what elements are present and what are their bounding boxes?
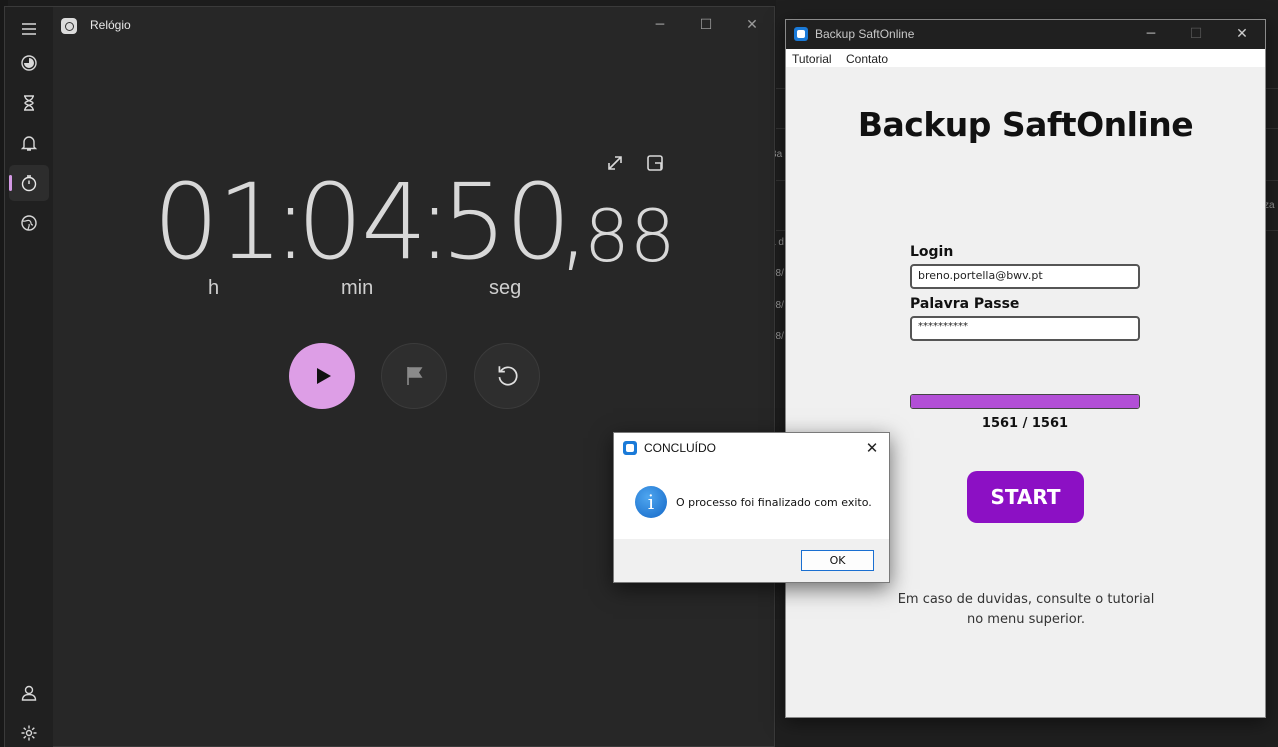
- stopwatch-icon: [21, 175, 37, 192]
- unit-minutes: min: [341, 277, 374, 299]
- dialog-footer: OK: [614, 539, 889, 582]
- progress-bar: [910, 394, 1140, 409]
- close-button[interactable]: ✕: [732, 13, 772, 37]
- clock-sidebar: [5, 7, 53, 747]
- menu-contato[interactable]: Contato: [846, 52, 888, 66]
- help-text: Em caso de duvidas, consulte o tutorial …: [866, 590, 1186, 630]
- nav-world-clock[interactable]: [9, 205, 49, 241]
- hourglass-icon: [24, 95, 34, 111]
- backup-app-icon: [794, 27, 808, 41]
- dialog-close-button[interactable]: ✕: [861, 437, 883, 459]
- nav-stopwatch[interactable]: [9, 165, 49, 201]
- login-label: Login: [910, 244, 954, 260]
- help-line-1: Em caso de duvidas, consulte o tutorial: [897, 592, 1155, 607]
- reset-icon: [498, 366, 518, 386]
- login-input[interactable]: breno.portella@bwv.pt: [910, 264, 1140, 289]
- dialog-title: CONCLUÍDO: [644, 441, 717, 455]
- password-input[interactable]: **********: [910, 316, 1140, 341]
- timer-minutes: 04: [297, 161, 427, 283]
- focus-icon: [21, 55, 37, 71]
- backup-menu-bar: Tutorial Contato: [786, 49, 1265, 67]
- bell-icon: [20, 136, 38, 151]
- nav-settings[interactable]: [9, 715, 49, 747]
- timer-hundredths: 88: [584, 194, 676, 278]
- maximize-button[interactable]: ☐: [686, 13, 726, 37]
- backup-window: Backup SaftOnline ─ ☐ ✕ Tutorial Contato…: [785, 19, 1266, 718]
- user-icon: [21, 685, 37, 701]
- ok-button[interactable]: OK: [801, 550, 874, 571]
- timer-hours: 01: [153, 161, 283, 283]
- backup-close-button[interactable]: ✕: [1222, 22, 1262, 46]
- password-label: Palavra Passe: [910, 296, 1020, 312]
- dialog-message: O processo foi finalizado com exito.: [676, 496, 872, 509]
- reset-button[interactable]: [474, 343, 540, 409]
- stopwatch-display: 01 : 04 : 50 , 88: [153, 161, 676, 283]
- completion-dialog: CONCLUÍDO ✕ i O processo foi finalizado …: [613, 432, 890, 583]
- backup-content: Backup SaftOnline Login breno.portella@b…: [786, 67, 1265, 717]
- dialog-titlebar: CONCLUÍDO ✕: [614, 433, 889, 463]
- progress-count: 1561 / 1561: [981, 416, 1069, 431]
- backup-minimize-button[interactable]: ─: [1131, 22, 1171, 46]
- backup-maximize-button[interactable]: ☐: [1176, 22, 1216, 46]
- nav-account[interactable]: [9, 675, 49, 711]
- nav-timer[interactable]: [9, 85, 49, 121]
- clock-app-title: Relógio: [90, 18, 131, 32]
- play-icon: [317, 368, 331, 384]
- flag-icon: [407, 367, 423, 385]
- backup-titlebar: Backup SaftOnline ─ ☐ ✕: [786, 20, 1265, 49]
- unit-seconds: seg: [489, 277, 522, 299]
- clock-titlebar: Relógio ─ ☐ ✕: [5, 7, 774, 43]
- clock-app-icon: [61, 18, 77, 34]
- gear-icon: [21, 725, 37, 741]
- menu-tutorial[interactable]: Tutorial: [792, 52, 832, 66]
- backup-heading: Backup SaftOnline: [857, 105, 1194, 144]
- backup-window-title: Backup SaftOnline: [815, 27, 915, 41]
- dialog-app-icon: [623, 441, 637, 455]
- start-button[interactable]: START: [967, 471, 1084, 523]
- globe-icon: [21, 215, 37, 231]
- timer-seconds: 50: [441, 161, 571, 283]
- clock-window: Relógio ─ ☐ ✕ 01 : 04 : 50 , 88 h min se…: [4, 6, 775, 747]
- play-button[interactable]: [289, 343, 355, 409]
- progress-fill: [911, 395, 1139, 408]
- lap-button[interactable]: [381, 343, 447, 409]
- unit-hours: h: [208, 277, 220, 299]
- info-icon: i: [635, 486, 667, 518]
- nav-focus-sessions[interactable]: [9, 45, 49, 81]
- minimize-button[interactable]: ─: [640, 13, 680, 37]
- help-line-2: no menu superior.: [966, 612, 1086, 627]
- nav-alarm[interactable]: [9, 125, 49, 161]
